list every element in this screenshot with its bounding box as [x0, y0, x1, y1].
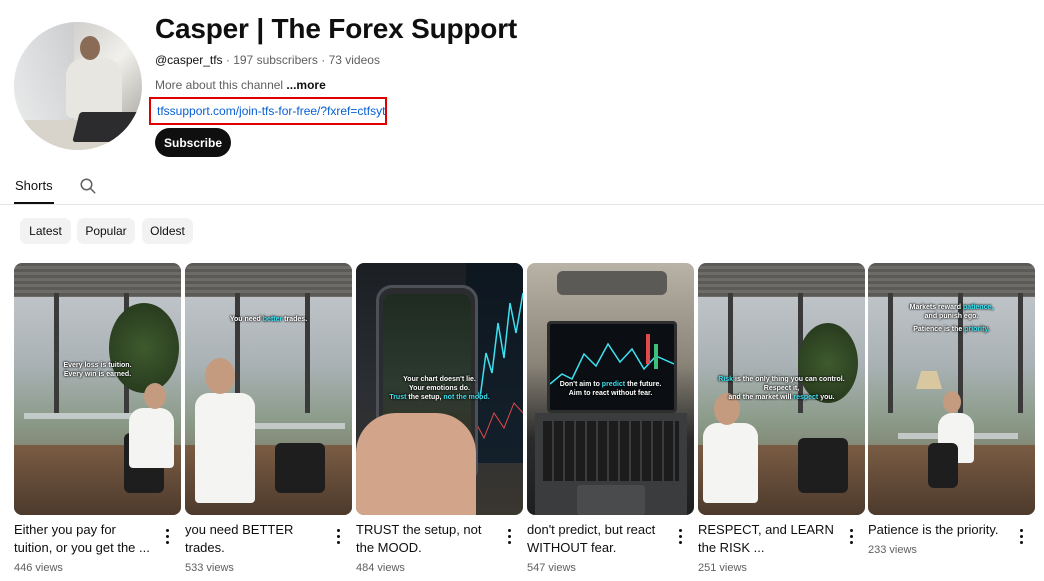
short-views: 233 views	[868, 544, 917, 556]
short-title[interactable]: you need BETTER trades.	[185, 521, 325, 557]
short-thumbnail[interactable]: Risk is the only thing you can control. …	[698, 263, 865, 515]
short-thumbnail[interactable]: Every loss is tuition. Every win is earn…	[14, 263, 181, 515]
short-thumbnail[interactable]: You need better trades.	[185, 263, 352, 515]
short-thumbnail[interactable]: Don't aim to predict the future. Aim to …	[527, 263, 694, 515]
channel-link-highlight: tfssupport.com/join-tfs-for-free/?fxref=…	[149, 97, 387, 125]
channel-avatar[interactable]	[14, 22, 142, 150]
short-views: 251 views	[698, 562, 747, 574]
short-title[interactable]: don't predict, but react WITHOUT fear.	[527, 521, 667, 557]
channel-tabs: Shorts	[0, 168, 1044, 205]
filter-chip-oldest[interactable]: Oldest	[142, 218, 193, 244]
tab-shorts[interactable]: Shorts	[15, 178, 53, 193]
more-vert-icon[interactable]	[335, 529, 341, 545]
channel-link[interactable]: tfssupport.com/join-tfs-for-free/?fxref=…	[157, 104, 385, 118]
channel-meta: @casper_tfs · 197 subscribers · 73 video…	[155, 53, 380, 67]
short-thumbnail[interactable]: Markets reward patience, and punish ego.…	[868, 263, 1035, 515]
short-title[interactable]: TRUST the setup, not the MOOD.	[356, 521, 496, 557]
short-overlay-text: You need better trades.	[229, 316, 308, 323]
filter-chip-popular[interactable]: Popular	[77, 218, 135, 244]
short-overlay-text: Your chart doesn't lie. Your emotions do…	[389, 376, 490, 402]
more-vert-icon[interactable]	[848, 529, 854, 545]
short-thumbnail[interactable]: Your chart doesn't lie. Your emotions do…	[356, 263, 523, 515]
short-views: 533 views	[185, 562, 234, 574]
channel-stats: · 197 subscribers · 73 videos	[222, 53, 380, 67]
subscribe-button[interactable]: Subscribe	[155, 128, 231, 157]
more-vert-icon[interactable]	[1018, 529, 1024, 545]
short-overlay-text: Don't aim to predict the future. Aim to …	[559, 381, 662, 398]
search-icon[interactable]	[79, 177, 97, 195]
about-channel[interactable]: More about this channel ...more	[155, 78, 326, 92]
more-vert-icon[interactable]	[164, 529, 170, 545]
short-views: 547 views	[527, 562, 576, 574]
short-views: 484 views	[356, 562, 405, 574]
short-overlay-text: Every loss is tuition. Every win is earn…	[63, 362, 132, 379]
channel-handle: @casper_tfs	[155, 53, 223, 67]
tab-active-indicator	[14, 202, 54, 204]
short-title[interactable]: RESPECT, and LEARN the RISK ...	[698, 521, 838, 557]
short-views: 446 views	[14, 562, 63, 574]
more-vert-icon[interactable]	[677, 529, 683, 545]
about-more-link[interactable]: ...more	[286, 78, 325, 92]
more-vert-icon[interactable]	[506, 529, 512, 545]
short-title[interactable]: Patience is the priority.	[868, 521, 1008, 539]
short-overlay-text: Markets reward patience, and punish ego.…	[909, 304, 994, 334]
filter-chip-latest[interactable]: Latest	[20, 218, 71, 244]
short-overlay-text: Risk is the only thing you can control. …	[718, 376, 845, 402]
short-title[interactable]: Either you pay for tuition, or you get t…	[14, 521, 154, 557]
channel-name: Casper | The Forex Support	[155, 13, 518, 44]
about-prefix: More about this channel	[155, 78, 287, 92]
